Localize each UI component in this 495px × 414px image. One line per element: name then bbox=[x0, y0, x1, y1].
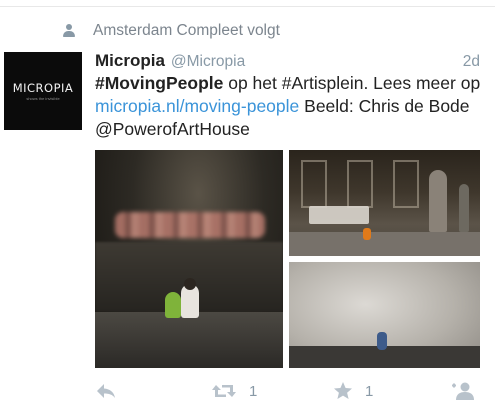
person-icon bbox=[62, 24, 76, 38]
retweet-count: 1 bbox=[249, 382, 258, 400]
favorite-button[interactable]: 1 bbox=[333, 380, 373, 402]
tweet-text: #MovingPeople op het #Artisplein. Lees m… bbox=[95, 72, 490, 141]
social-context-label: Amsterdam Compleet volgt bbox=[93, 22, 280, 39]
author-name[interactable]: Micropia bbox=[95, 51, 165, 71]
tweet-timestamp[interactable]: 2d bbox=[463, 53, 480, 71]
hashtag-link[interactable]: #MovingPeople bbox=[95, 73, 223, 93]
avatar[interactable]: MICROPIA shows the invisible bbox=[4, 52, 82, 130]
retweet-button[interactable]: 1 bbox=[211, 380, 257, 402]
tweet-header: Micropia @Micropia 2d bbox=[95, 51, 480, 73]
favorite-count: 1 bbox=[365, 382, 374, 400]
author-handle[interactable]: @Micropia bbox=[171, 53, 245, 71]
reply-button[interactable] bbox=[95, 380, 117, 402]
photo-3[interactable] bbox=[289, 262, 480, 368]
photo-2[interactable] bbox=[289, 150, 480, 256]
tweet-text-body: op het #Artisplein. Lees meer op bbox=[223, 73, 481, 93]
social-context[interactable]: Amsterdam Compleet volgt bbox=[62, 20, 280, 42]
avatar-logo-text: MICROPIA bbox=[12, 81, 74, 95]
add-user-icon bbox=[452, 382, 474, 400]
follow-button[interactable] bbox=[449, 380, 477, 402]
avatar-tagline: shows the invisible bbox=[26, 96, 60, 101]
retweet-icon bbox=[212, 385, 236, 397]
divider bbox=[0, 6, 495, 7]
star-icon bbox=[334, 382, 352, 399]
photo-1[interactable] bbox=[95, 150, 283, 368]
reply-icon bbox=[97, 384, 115, 398]
media-grid bbox=[95, 150, 480, 368]
url-link[interactable]: micropia.nl/moving-people bbox=[95, 96, 299, 116]
tweet-actions: 1 1 bbox=[95, 380, 480, 402]
